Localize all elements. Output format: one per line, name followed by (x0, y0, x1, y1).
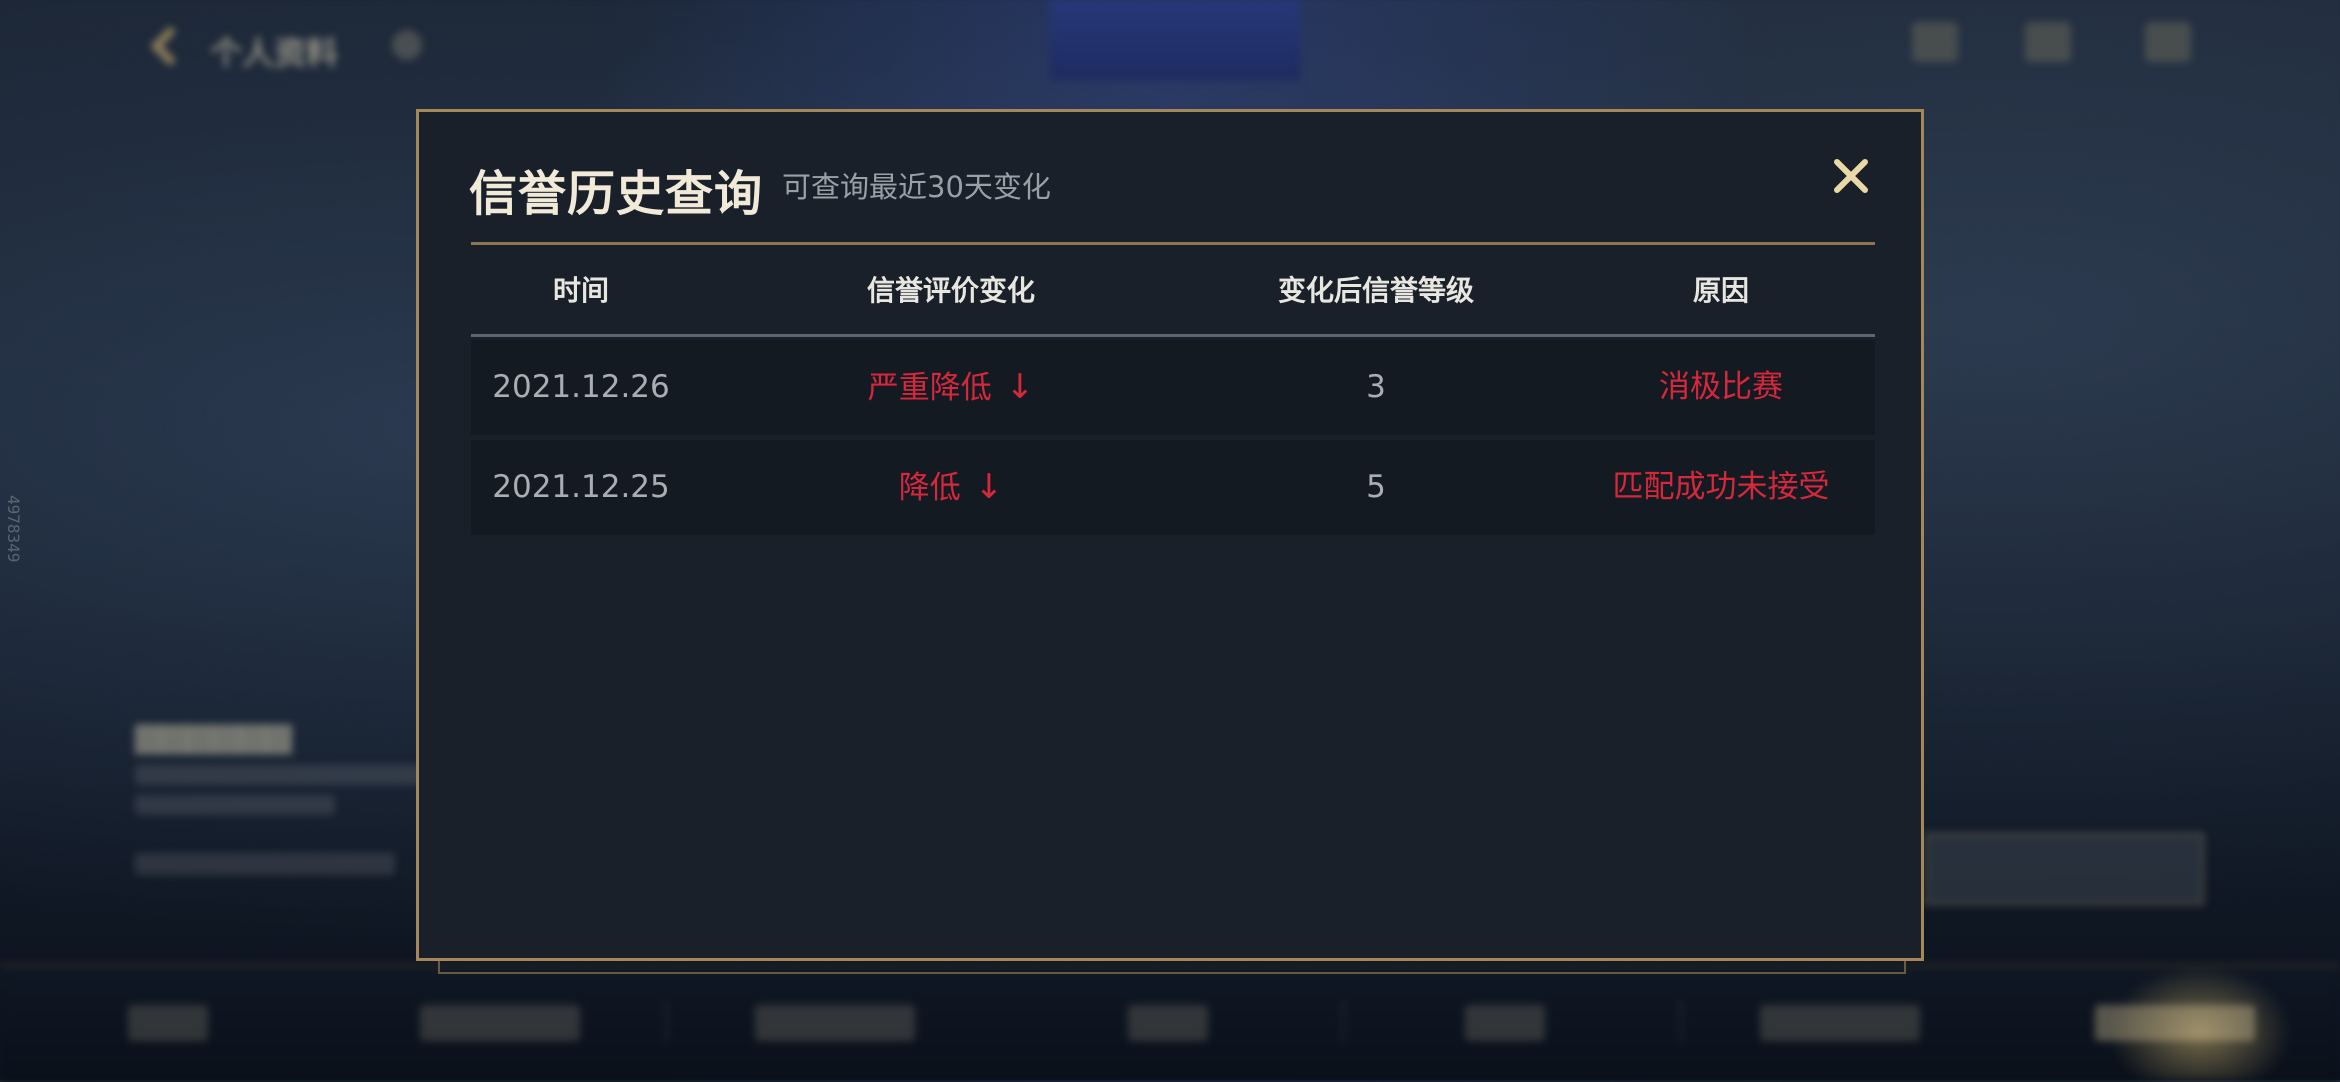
close-icon (1834, 159, 1868, 193)
back-arrow-icon (140, 20, 192, 72)
column-header-reason: 原因 (1692, 274, 1749, 307)
bottom-nav-tab (1760, 1005, 1920, 1041)
column-header-level: 变化后信誉等级 (1277, 274, 1474, 307)
background-page-title: 个人资料 (210, 34, 339, 72)
background-info-line (135, 765, 455, 785)
background-info-block: ▆▆▆▆▆▆ (135, 715, 455, 875)
mail-icon (1912, 22, 1958, 62)
close-button[interactable] (1821, 146, 1881, 206)
table-body: 2021.12.26 严重降低 ↓ 3 消极比赛 2021.12.25 降低 ↓ 5… (471, 340, 1875, 540)
column-header-change: 信誉评价变化 (866, 274, 1035, 307)
down-arrow-icon: ↓ (1005, 367, 1035, 407)
bottom-nav-tab (420, 1005, 580, 1041)
row-change-text: 严重降低 (867, 370, 992, 406)
row-change-text: 降低 (898, 470, 961, 506)
background-info-line (135, 795, 335, 815)
background-action-button (1925, 833, 2204, 905)
row-change: 严重降低 ↓ (731, 340, 1171, 435)
row-level: 5 (1366, 469, 1386, 505)
bottom-nav-tab (1128, 1005, 1208, 1041)
bottom-nav-tab (128, 1005, 208, 1041)
down-arrow-icon: ↓ (974, 467, 1004, 507)
bottom-nav-tab-active (2095, 1005, 2255, 1041)
table-header-divider (471, 334, 1875, 337)
bottom-nav-separator (1680, 1000, 1682, 1044)
credit-history-dialog: 信誉历史查询 可查询最近30天变化 时间 信誉评价变化 变化后信誉等级 原因 2… (416, 109, 1924, 961)
friends-icon (2145, 22, 2191, 62)
help-icon (392, 30, 422, 60)
bottom-nav-separator (665, 1000, 667, 1044)
background-info-title: ▆▆▆▆▆▆ (135, 715, 292, 755)
row-reason: 消极比赛 (1659, 369, 1783, 405)
background-info-note (135, 853, 395, 875)
table-row: 2021.12.26 严重降低 ↓ 3 消极比赛 (471, 340, 1875, 435)
table-row: 2021.12.25 降低 ↓ 5 匹配成功未接受 (471, 440, 1875, 535)
row-time: 2021.12.25 (492, 469, 670, 505)
row-level: 3 (1366, 369, 1386, 405)
bottom-nav-separator (1342, 1000, 1344, 1044)
header-divider (471, 242, 1875, 245)
bottom-nav-tab (755, 1005, 915, 1041)
background-banner (1050, 0, 1300, 80)
row-reason: 匹配成功未接受 (1612, 469, 1830, 505)
table-header: 时间 信誉评价变化 变化后信誉等级 原因 (471, 248, 1875, 334)
chat-icon (2025, 22, 2071, 62)
dialog-subtitle: 可查询最近30天变化 (782, 170, 1051, 204)
dialog-title: 信誉历史查询 (469, 166, 764, 222)
background-top-bar: 个人资料 (0, 0, 2340, 100)
column-header-time: 时间 (552, 274, 609, 307)
bottom-nav-tab (1465, 1005, 1545, 1041)
side-id-label: 4978349 (4, 495, 23, 563)
row-change: 降低 ↓ (731, 440, 1171, 535)
row-time: 2021.12.26 (492, 369, 670, 405)
